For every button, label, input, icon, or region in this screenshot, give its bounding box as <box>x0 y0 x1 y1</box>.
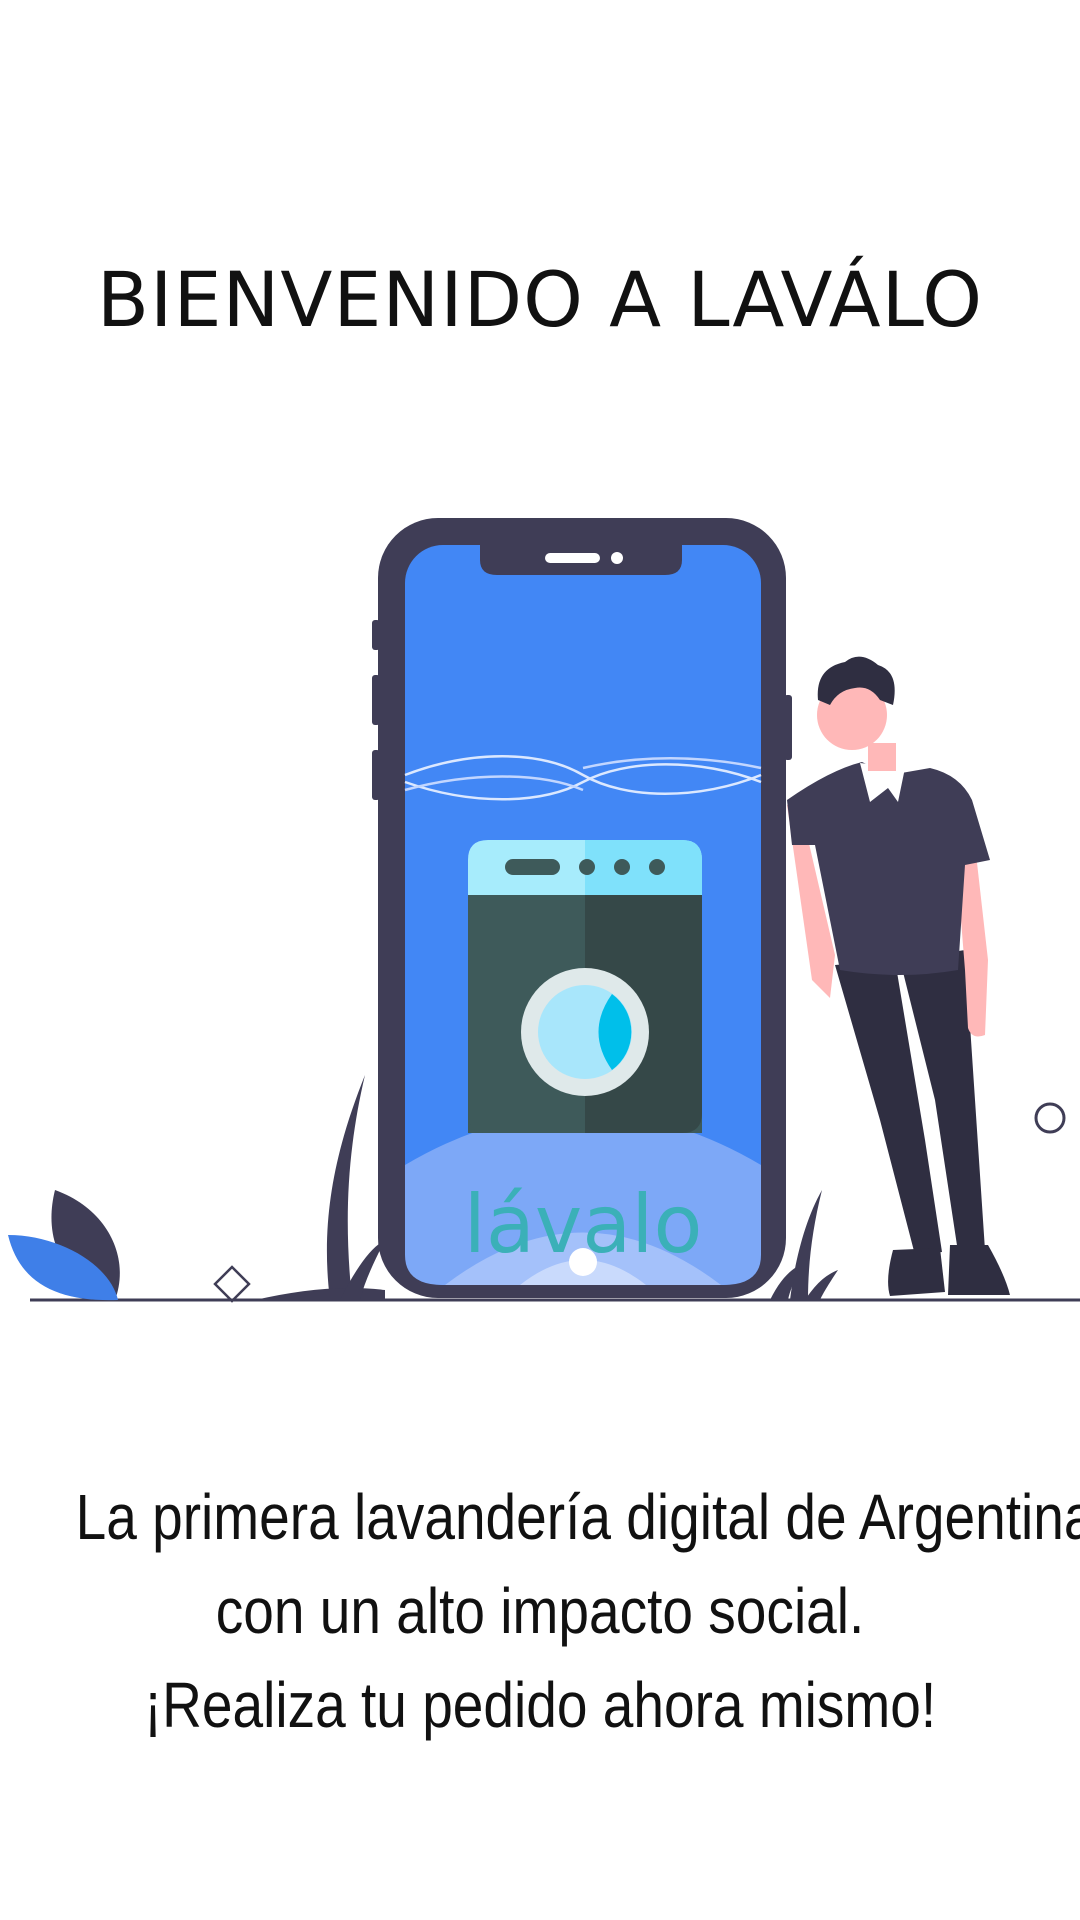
tagline: La primera lavandería digital de Argenti… <box>75 1470 1080 1752</box>
person-illustration <box>787 656 1010 1296</box>
diamond-shape <box>213 1265 251 1303</box>
tagline-line-3: ¡Realiza tu pedido ahora mismo! <box>143 1669 937 1741</box>
welcome-title: BIENVENIDO A LAVÁLO <box>96 255 984 344</box>
tagline-line-1: La primera lavandería digital de Argenti… <box>75 1481 1080 1553</box>
tagline-line-2: con un alto impacto social. <box>215 1575 865 1647</box>
brand-logo: lávalo <box>464 1178 703 1271</box>
leaf-decoration <box>8 1190 120 1301</box>
washing-machine-icon <box>468 840 702 1133</box>
circle-shape <box>1034 1102 1066 1134</box>
welcome-illustration: lávalo <box>8 518 1080 1303</box>
